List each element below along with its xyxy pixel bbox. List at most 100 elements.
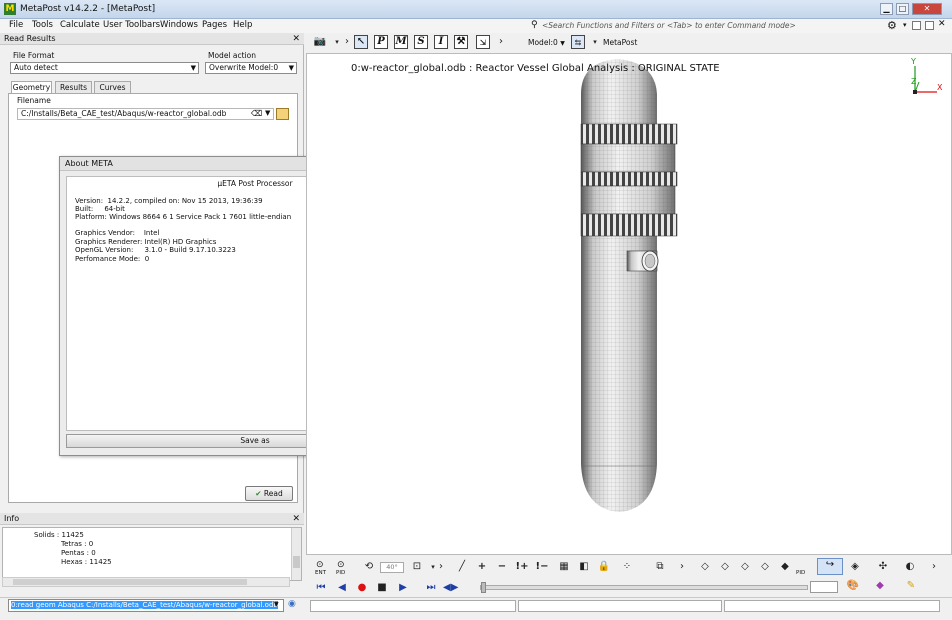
chevron-down-icon[interactable]: ▼ (265, 109, 270, 117)
shading-mode-icon[interactable]: ↪ (817, 558, 843, 575)
close-page-icon[interactable]: ✕ (938, 19, 946, 29)
tab-curves[interactable]: Curves (94, 81, 131, 93)
scroll-thumb[interactable] (13, 579, 247, 585)
close-panel-icon[interactable]: ✕ (292, 33, 300, 45)
info-horizontal-scrollbar[interactable] (2, 577, 290, 587)
clear-input-icon[interactable]: ⌫ (251, 109, 262, 118)
play-backward-icon[interactable]: ◀ (335, 581, 349, 595)
status-field-1[interactable] (310, 600, 516, 612)
file-format-select[interactable]: Auto detect ▼ (10, 62, 199, 74)
frame-select[interactable] (810, 581, 838, 593)
chevron-right-icon[interactable]: › (494, 35, 508, 49)
chevron-down-icon[interactable]: ▾ (588, 35, 602, 49)
menu-user-toolbars[interactable]: User Toolbars (103, 20, 160, 30)
camera-icon[interactable]: 📷 (313, 35, 327, 49)
chevron-down-icon[interactable]: ▼ (274, 601, 279, 608)
gear-dropdown-icon[interactable]: ▾ (903, 21, 907, 29)
pointer-select-icon[interactable]: ↖ (354, 35, 368, 49)
grid-icon[interactable]: ▦ (557, 560, 571, 574)
first-frame-icon[interactable]: ⏮ (314, 581, 328, 595)
float-icon[interactable] (925, 21, 934, 30)
maximize-button[interactable]: □ (896, 3, 909, 15)
overlap-icon[interactable]: ◧ (577, 560, 591, 574)
stop-icon[interactable]: ■ (375, 581, 389, 595)
cube-lit-icon[interactable]: ◆ (778, 560, 792, 574)
animation-slider[interactable] (480, 582, 808, 593)
reactor-vessel-model[interactable] (307, 54, 952, 556)
command-line-input[interactable]: 0:read geom Abaqus C:/Installs/Beta_CAE_… (8, 599, 284, 612)
command-search-input[interactable]: <Search Functions and Filters or <Tab> t… (542, 21, 892, 32)
close-window-button[interactable]: ✕ (912, 3, 942, 15)
fit-view-icon[interactable]: ⊡ (410, 560, 424, 574)
model-action-select[interactable]: Overwrite Model:0 ▼ (205, 62, 297, 74)
minus-icon[interactable]: − (495, 560, 509, 574)
ent-icon[interactable]: ⊙ (316, 560, 324, 570)
minimize-button[interactable]: ▁ (880, 3, 893, 15)
cube-top-icon[interactable]: ◇ (758, 560, 772, 574)
info-line-solids: Solids : 11425 (34, 531, 84, 539)
ping-pong-icon[interactable]: ◀▶ (443, 581, 458, 595)
close-panel-icon[interactable]: ✕ (292, 513, 300, 525)
status-field-3[interactable] (724, 600, 940, 612)
info-vertical-scrollbar[interactable] (291, 528, 301, 580)
slider-handle[interactable] (481, 582, 486, 593)
pen-icon[interactable]: ╱ (455, 560, 469, 574)
copy-icon[interactable]: ⧉ (653, 560, 667, 574)
search-icon: ⚲ (531, 20, 538, 30)
restore-icon[interactable] (912, 21, 921, 30)
chevron-right-icon[interactable]: › (434, 560, 448, 574)
checkmark-icon: ✔ (255, 489, 262, 498)
pid-icon[interactable]: ⊙ (337, 560, 345, 570)
model-selector[interactable]: Model:0 ▼ (528, 38, 565, 47)
menu-file[interactable]: File (9, 20, 23, 30)
menu-help[interactable]: Help (233, 20, 252, 30)
plus-icon[interactable]: + (475, 560, 489, 574)
clip-plane-icon[interactable]: ◐ (903, 560, 917, 574)
menu-windows[interactable]: Windows (160, 20, 198, 30)
remove-visible-icon[interactable]: !− (535, 560, 549, 574)
read-button[interactable]: ✔ Read (245, 486, 293, 501)
filename-input[interactable]: C:/Installs/Beta_CAE_test/Abaqus/w-react… (17, 108, 274, 120)
rotate-icon[interactable]: ⟲ (362, 560, 376, 574)
cube-front-icon[interactable]: ◇ (718, 560, 732, 574)
scroll-thumb[interactable] (293, 556, 300, 568)
menu-tools[interactable]: Tools (32, 20, 53, 30)
tab-results[interactable]: Results (55, 81, 92, 93)
lock-icon[interactable]: 🔒 (597, 560, 611, 574)
p-icon[interactable]: P (374, 35, 388, 49)
chevron-right-icon[interactable]: › (675, 560, 689, 574)
probe-icon[interactable]: ⇲ (476, 35, 490, 49)
app-logo-icon: M (4, 3, 16, 15)
i-icon[interactable]: I (434, 35, 448, 49)
about-line-vendor: Graphics Vendor: Intel (75, 229, 160, 237)
record-icon[interactable]: ● (355, 581, 369, 595)
model-action-label: Model action (208, 51, 256, 60)
last-frame-icon[interactable]: ⏭ (424, 581, 438, 595)
y-axis-label: Y (911, 57, 916, 66)
wrench-icon[interactable]: ⚒ (454, 35, 468, 49)
3d-viewport[interactable] (306, 53, 952, 555)
browse-folder-icon[interactable] (276, 108, 289, 120)
menu-pages[interactable]: Pages (202, 20, 227, 30)
menu-calculate[interactable]: Calculate (60, 20, 100, 30)
cube-side-icon[interactable]: ◇ (738, 560, 752, 574)
gear-icon[interactable]: ⚙ (887, 19, 897, 32)
window-sync-icon[interactable]: ⇆ (571, 35, 585, 49)
s-icon[interactable]: S (414, 35, 428, 49)
about-line-version: Version: 14.2.2, compiled on: Nov 15 201… (75, 197, 263, 205)
paint-icon[interactable]: ✎ (904, 579, 918, 593)
status-field-2[interactable] (518, 600, 722, 612)
palette-icon[interactable]: 🎨 (846, 579, 860, 593)
add-visible-icon[interactable]: !+ (515, 560, 529, 574)
chevron-right-icon[interactable]: › (340, 35, 354, 49)
play-forward-icon[interactable]: ▶ (396, 581, 410, 595)
m-icon[interactable]: M (394, 35, 408, 49)
history-icon[interactable]: ◉ (288, 599, 296, 609)
color-cube-icon[interactable]: ◆ (873, 579, 887, 593)
chevron-right-icon[interactable]: › (927, 560, 941, 574)
cube-iso-icon[interactable]: ◇ (698, 560, 712, 574)
explode-icon[interactable]: ✣ (876, 560, 890, 574)
scatter-icon[interactable]: ⁘ (620, 560, 634, 574)
angle-input[interactable]: 40° (380, 562, 404, 573)
cube-shaded-icon[interactable]: ◈ (848, 560, 862, 574)
